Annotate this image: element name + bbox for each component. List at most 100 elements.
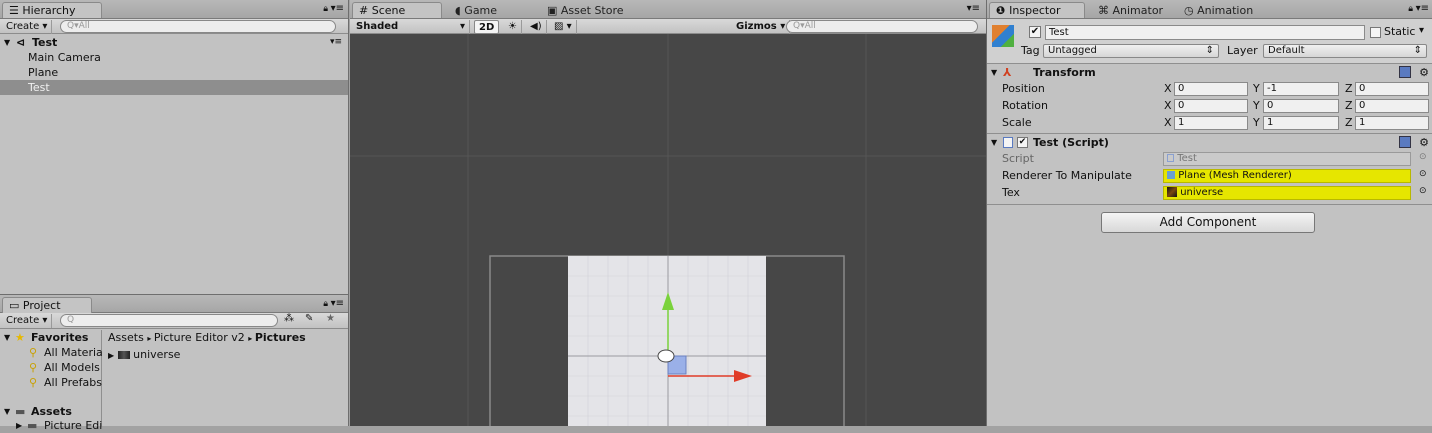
tex-field[interactable]: universe xyxy=(1163,186,1411,200)
enabled-checkbox[interactable]: ✔ xyxy=(1017,137,1028,148)
help-book-icon[interactable] xyxy=(1399,66,1411,78)
tab-project[interactable]: ▭ Project xyxy=(2,297,92,313)
favorite-item[interactable]: ⚲ All Materia xyxy=(0,345,103,360)
rotation-z-field[interactable]: 0 xyxy=(1355,99,1429,113)
foldout-open-icon[interactable]: ▼ xyxy=(991,64,997,81)
scene-root-row[interactable]: ▼ ⊲ Test ▾≡ xyxy=(0,35,348,50)
axis-x-label[interactable]: X xyxy=(1164,81,1172,96)
axis-z-label[interactable]: Z xyxy=(1345,115,1353,130)
hand-cursor-icon xyxy=(657,349,675,363)
panel-menu-icon[interactable]: ▾≡ xyxy=(331,3,344,14)
help-book-icon[interactable] xyxy=(1399,136,1411,148)
active-checkbox[interactable]: ✔ xyxy=(1029,26,1041,38)
breadcrumb-item[interactable]: Assets xyxy=(108,331,144,344)
favorites-row[interactable]: ▼ ★ Favorites xyxy=(0,330,102,345)
audio-icon[interactable]: ◀) xyxy=(526,20,547,34)
create-dropdown[interactable]: Create ▾ xyxy=(2,314,53,328)
position-y-field[interactable]: -1 xyxy=(1263,82,1339,96)
rotation-x-field[interactable]: 0 xyxy=(1174,99,1248,113)
favorite-item[interactable]: ⚲ All Models xyxy=(0,360,102,375)
scale-z-field[interactable]: 1 xyxy=(1355,116,1429,130)
panel-menu-icon[interactable]: ▾≡ xyxy=(967,3,980,14)
tab-game[interactable]: ◖ Game xyxy=(448,2,504,18)
axis-z-label[interactable]: Z xyxy=(1345,98,1353,113)
sun-icon[interactable]: ☀ xyxy=(504,20,522,34)
foldout-open-icon[interactable]: ▼ xyxy=(4,330,10,345)
script-label: Script xyxy=(1002,152,1034,165)
image-effects-icon[interactable]: ▨ ▾ xyxy=(550,20,577,34)
axis-y-label[interactable]: Y xyxy=(1253,81,1260,96)
mesh-renderer-icon xyxy=(1167,171,1175,179)
object-picker-icon[interactable]: ⊙ xyxy=(1419,169,1427,179)
lock-icon[interactable]: 🔒︎ xyxy=(323,4,328,14)
foldout-open-icon[interactable]: ▼ xyxy=(4,35,10,50)
tab-scene[interactable]: # Scene xyxy=(352,2,442,18)
rotation-y-field[interactable]: 0 xyxy=(1263,99,1339,113)
texture-icon xyxy=(117,351,130,359)
foldout-open-icon[interactable]: ▼ xyxy=(991,134,997,151)
foldout-closed-icon[interactable]: ▶ xyxy=(108,351,114,360)
search-icon: ⚲ xyxy=(29,361,38,374)
scale-x-field[interactable]: 1 xyxy=(1174,116,1248,130)
star-icon: ★ xyxy=(15,331,25,344)
lock-icon[interactable]: 🔒︎ xyxy=(323,299,328,309)
lock-icon[interactable]: 🔒︎ xyxy=(1408,4,1413,14)
scale-y-field[interactable]: 1 xyxy=(1263,116,1339,130)
filter-label-icon[interactable]: ✎ xyxy=(305,313,313,324)
inspector-panel: ❶ Inspector ⌘ Animator ◷ Animation 🔒︎ ▾≡… xyxy=(986,0,1432,426)
gear-icon[interactable]: ⚙ xyxy=(1419,64,1429,81)
gizmos-dropdown[interactable]: Gizmos ▾ xyxy=(732,20,791,34)
mode-2d-toggle[interactable]: 2D xyxy=(474,20,500,34)
hierarchy-item-test[interactable]: Test xyxy=(0,80,348,95)
project-panel: ▭ Project 🔒︎ ▾≡ Create ▾ Q ⁂ ✎ ★ ▼ ★ Fav… xyxy=(0,294,349,432)
assets-row[interactable]: ▼ ▬ Assets xyxy=(0,404,102,419)
renderer-to-manipulate-field[interactable]: Plane (Mesh Renderer) xyxy=(1163,169,1411,183)
chevron-down-icon[interactable]: ▾ xyxy=(1419,25,1424,36)
axis-x-label[interactable]: X xyxy=(1164,98,1172,113)
axis-y-label[interactable]: Y xyxy=(1253,98,1260,113)
position-x-field[interactable]: 0 xyxy=(1174,82,1248,96)
static-checkbox[interactable] xyxy=(1370,27,1381,38)
axis-z-label[interactable]: Z xyxy=(1345,81,1353,96)
breadcrumb-item[interactable]: Pictures xyxy=(255,331,306,344)
tab-animator[interactable]: ⌘ Animator xyxy=(1091,2,1170,18)
position-z-field[interactable]: 0 xyxy=(1355,82,1429,96)
panel-menu-icon[interactable]: ▾≡ xyxy=(1416,3,1429,14)
tab-asset-store[interactable]: ▣ Asset Store xyxy=(540,2,631,18)
tag-dropdown[interactable]: Untagged ⇕ xyxy=(1043,44,1219,58)
create-dropdown[interactable]: Create ▾ xyxy=(2,20,53,34)
object-picker-icon[interactable]: ⊙ xyxy=(1419,152,1427,162)
scene-menu-icon[interactable]: ▾≡ xyxy=(330,35,342,50)
add-component-button[interactable]: Add Component xyxy=(1101,212,1315,233)
breadcrumb-item[interactable]: Picture Editor v2 xyxy=(154,331,245,344)
chevron-down-icon: ▾ xyxy=(42,315,48,326)
scene-viewport[interactable] xyxy=(350,34,986,426)
script-component-header[interactable]: ▼ ✔ Test (Script) ⚙ xyxy=(987,134,1432,151)
tab-inspector[interactable]: ❶ Inspector xyxy=(989,2,1085,18)
foldout-open-icon[interactable]: ▼ xyxy=(4,404,10,419)
favorite-item[interactable]: ⚲ All Prefabs xyxy=(0,375,102,390)
layer-dropdown[interactable]: Default ⇕ xyxy=(1263,44,1427,58)
axis-y-label[interactable]: Y xyxy=(1253,115,1260,130)
shading-mode-dropdown[interactable]: Shaded ▾ xyxy=(352,20,470,34)
filter-type-icon[interactable]: ⁂ xyxy=(284,313,294,324)
star-icon[interactable]: ★ xyxy=(326,313,335,324)
chevron-updown-icon: ⇕ xyxy=(1413,45,1422,56)
project-search-input[interactable]: Q xyxy=(60,314,278,327)
tab-hierarchy[interactable]: ☰ Hierarchy xyxy=(2,2,102,18)
hierarchy-item-plane[interactable]: Plane xyxy=(0,65,348,80)
hierarchy-item-main-camera[interactable]: Main Camera xyxy=(0,50,348,65)
tab-animation[interactable]: ◷ Animation xyxy=(1177,2,1260,18)
gear-icon[interactable]: ⚙ xyxy=(1419,134,1429,151)
search-icon: ⚲ xyxy=(29,376,38,389)
project-folder-tree: ▼ ★ Favorites ⚲ All Materia ⚲ All Models… xyxy=(0,330,103,432)
object-name-input[interactable]: Test xyxy=(1045,25,1365,40)
object-picker-icon[interactable]: ⊙ xyxy=(1419,186,1427,196)
hierarchy-search-input[interactable]: Q▾All xyxy=(60,20,336,33)
script-file-icon xyxy=(1003,137,1013,148)
transform-header[interactable]: ▼ ⅄ Transform ⚙ xyxy=(987,64,1432,81)
axis-x-label[interactable]: X xyxy=(1164,115,1172,130)
asset-file-item[interactable]: ▶ universe xyxy=(108,347,180,362)
scene-search-input[interactable]: Q▾All xyxy=(786,20,978,33)
panel-menu-icon[interactable]: ▾≡ xyxy=(331,298,344,309)
